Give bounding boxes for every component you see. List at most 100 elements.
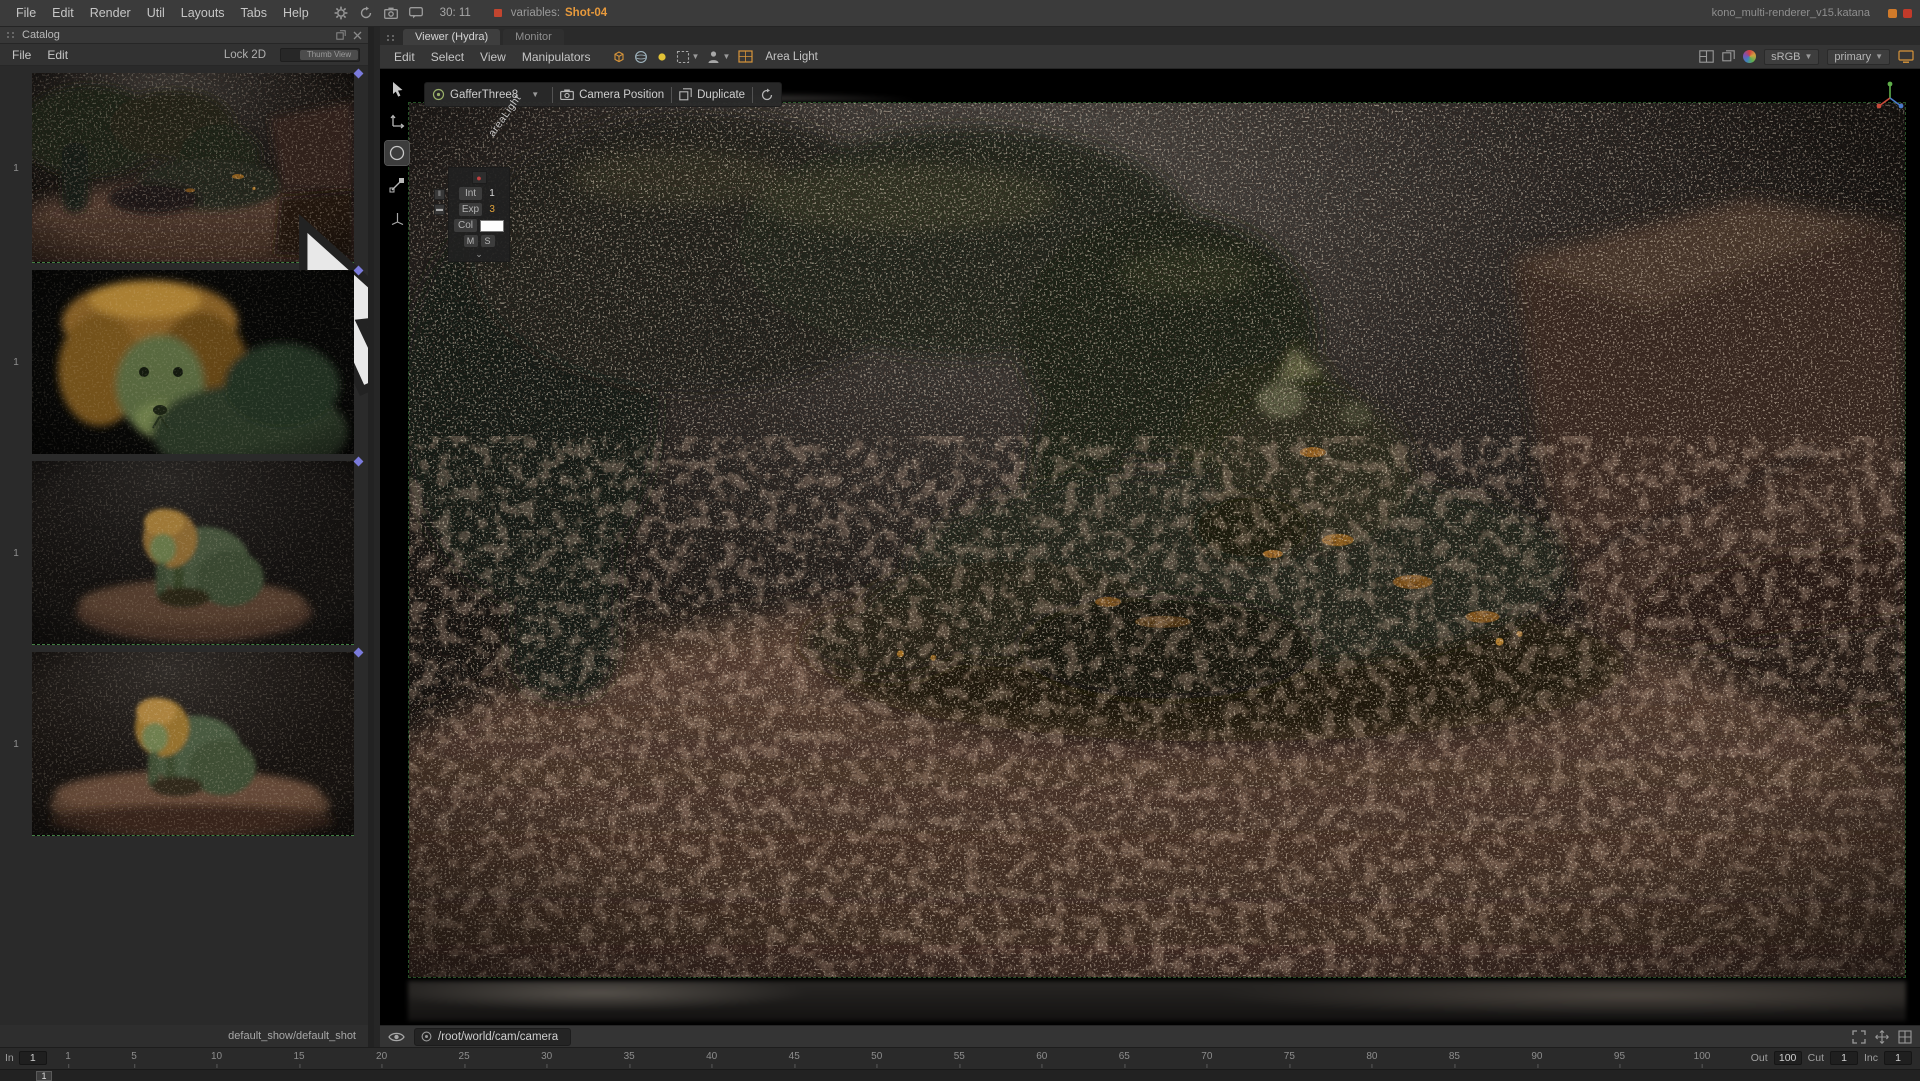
gamut-icon[interactable] [1743,50,1756,63]
visibility-eye-icon[interactable] [388,1031,405,1043]
message-icon[interactable] [409,7,423,19]
render-canvas[interactable] [409,103,1905,977]
variables-value[interactable]: Shot-04 [565,7,607,19]
message-counter[interactable]: 30: 11 [440,7,471,19]
timeline-tick[interactable]: 90 [1531,1051,1542,1062]
render-thumbnail-4[interactable] [32,652,354,836]
gear-icon[interactable] [334,6,348,20]
gaffer-selector[interactable]: GafferThree8 [432,88,518,101]
menubar-item-help[interactable]: Help [275,4,317,22]
timeline-tick[interactable]: 1 [65,1051,71,1062]
cut-field[interactable]: 1 [1830,1051,1858,1065]
exposure-value[interactable]: 3 [485,204,499,215]
select-tool[interactable] [385,77,409,101]
create-light-cube-icon[interactable] [612,50,626,64]
intensity-value[interactable]: 1 [485,188,499,199]
render-thumbnail-3[interactable] [32,461,354,645]
camera-position-button[interactable]: Camera Position [560,89,664,101]
light-dot-icon[interactable] [656,51,668,63]
menubar-item-edit[interactable]: Edit [44,4,82,22]
light-solo-button[interactable]: S [481,235,495,247]
sync-icon[interactable] [359,6,373,20]
timeline-tick[interactable]: 70 [1201,1051,1212,1062]
pan-icon[interactable] [1875,1030,1889,1044]
timeline-tick[interactable]: 10 [211,1051,222,1062]
close-icon[interactable] [353,31,362,40]
thumb-size-slider[interactable]: Thumb View [280,48,360,62]
menubar-item-render[interactable]: Render [82,4,139,22]
marquee-tool[interactable]: ▼ [676,50,700,64]
timeline-tick[interactable]: 40 [706,1051,717,1062]
menubar-item-layouts[interactable]: Layouts [173,4,233,22]
catalog-menu-edit[interactable]: Edit [39,46,76,64]
panel-drag-handle[interactable] [6,31,16,39]
timeline-track[interactable]: 1 [0,1069,1920,1081]
viewer-menu-edit[interactable]: Edit [386,48,423,66]
catalog-menu-file[interactable]: File [4,46,39,64]
camera-path-field[interactable]: /root/world/cam/camera [414,1028,571,1046]
area-light-icon[interactable] [738,50,753,63]
popout-icon[interactable] [336,30,346,40]
gnomon-tool[interactable] [385,205,409,229]
timeline-tick[interactable]: 60 [1036,1051,1047,1062]
render-region[interactable] [408,102,1906,978]
snapshot-icon[interactable] [384,7,398,19]
timeline-tick[interactable]: 95 [1614,1051,1625,1062]
sphere-icon[interactable] [634,50,648,64]
viewer-menu-manipulators[interactable]: Manipulators [514,48,599,66]
rotate-tool[interactable] [385,141,409,165]
scale-tool[interactable] [385,173,409,197]
tab-viewer-hydra[interactable]: Viewer (Hydra) [403,29,500,45]
timeline-tick[interactable]: 25 [459,1051,470,1062]
grid-icon[interactable] [1898,1030,1912,1044]
timeline-tick[interactable]: 65 [1119,1051,1130,1062]
timeline-tick[interactable]: 20 [376,1051,387,1062]
translate-tool[interactable] [385,109,409,133]
menubar-item-tabs[interactable]: Tabs [233,4,275,22]
timeline-tick[interactable]: 75 [1284,1051,1295,1062]
timeline-tick[interactable]: 30 [541,1051,552,1062]
menubar-item-util[interactable]: Util [139,4,173,22]
timeline-tick[interactable]: 55 [954,1051,965,1062]
reset-rotation-icon[interactable] [760,88,774,102]
gaffer-dropdown-caret[interactable]: ▼ [525,91,545,99]
in-frame-field[interactable]: 1 [19,1051,47,1065]
timeline-tick[interactable]: 85 [1449,1051,1460,1062]
fit-view-icon[interactable] [1852,1030,1866,1044]
viewport[interactable]: GafferThree8 ▼ Camera Position Duplicate [380,69,1920,1025]
viewer-menu-view[interactable]: View [472,48,514,66]
colorspace-dropdown[interactable]: sRGB ▼ [1764,49,1819,65]
viewer-menu-select[interactable]: Select [423,48,472,66]
tab-monitor[interactable]: Monitor [503,29,564,45]
timeline-tick[interactable]: 50 [871,1051,882,1062]
inc-field[interactable]: 1 [1884,1051,1912,1065]
light-delete-icon[interactable]: ● [472,171,487,184]
layout-icon[interactable] [1699,50,1714,63]
light-pin-button[interactable]: ‖ [434,189,445,200]
menubar-item-file[interactable]: File [8,4,44,22]
render-thumbnail-1[interactable] [32,73,354,263]
render-thumbnail-2[interactable] [32,270,354,454]
snapshot-compare-icon[interactable] [1722,50,1735,63]
out-frame-field[interactable]: 100 [1774,1051,1802,1065]
light-hud-expand-icon[interactable]: ⌄ [452,250,506,258]
monitor-icon[interactable] [1898,50,1914,63]
timeline-tick[interactable]: 80 [1366,1051,1377,1062]
duplicate-button[interactable]: Duplicate [679,88,745,101]
thumb-size-slider-handle[interactable]: Thumb View [300,50,358,60]
timeline-ruler[interactable]: 1510152025303540455055606570758085909510… [68,1051,1702,1065]
panel-drag-handle[interactable] [386,34,396,42]
timeline-tick[interactable]: 15 [294,1051,305,1062]
catalog-item-1[interactable]: 1 [0,73,368,263]
light-collapse-button[interactable]: ▬ [434,204,445,215]
timeline-tick[interactable]: 45 [789,1051,800,1062]
orientation-gizmo[interactable] [1872,77,1908,113]
timeline-tick[interactable]: 100 [1694,1051,1711,1062]
timeline-tick[interactable]: 35 [624,1051,635,1062]
light-color-swatch[interactable] [480,220,504,232]
channel-dropdown[interactable]: primary ▼ [1827,49,1890,65]
catalog-item-3[interactable]: 1 [0,461,368,645]
lock-2d-label[interactable]: Lock 2D [224,49,266,61]
catalog-item-2[interactable]: 1 [0,270,368,454]
light-mute-button[interactable]: M [464,235,478,247]
